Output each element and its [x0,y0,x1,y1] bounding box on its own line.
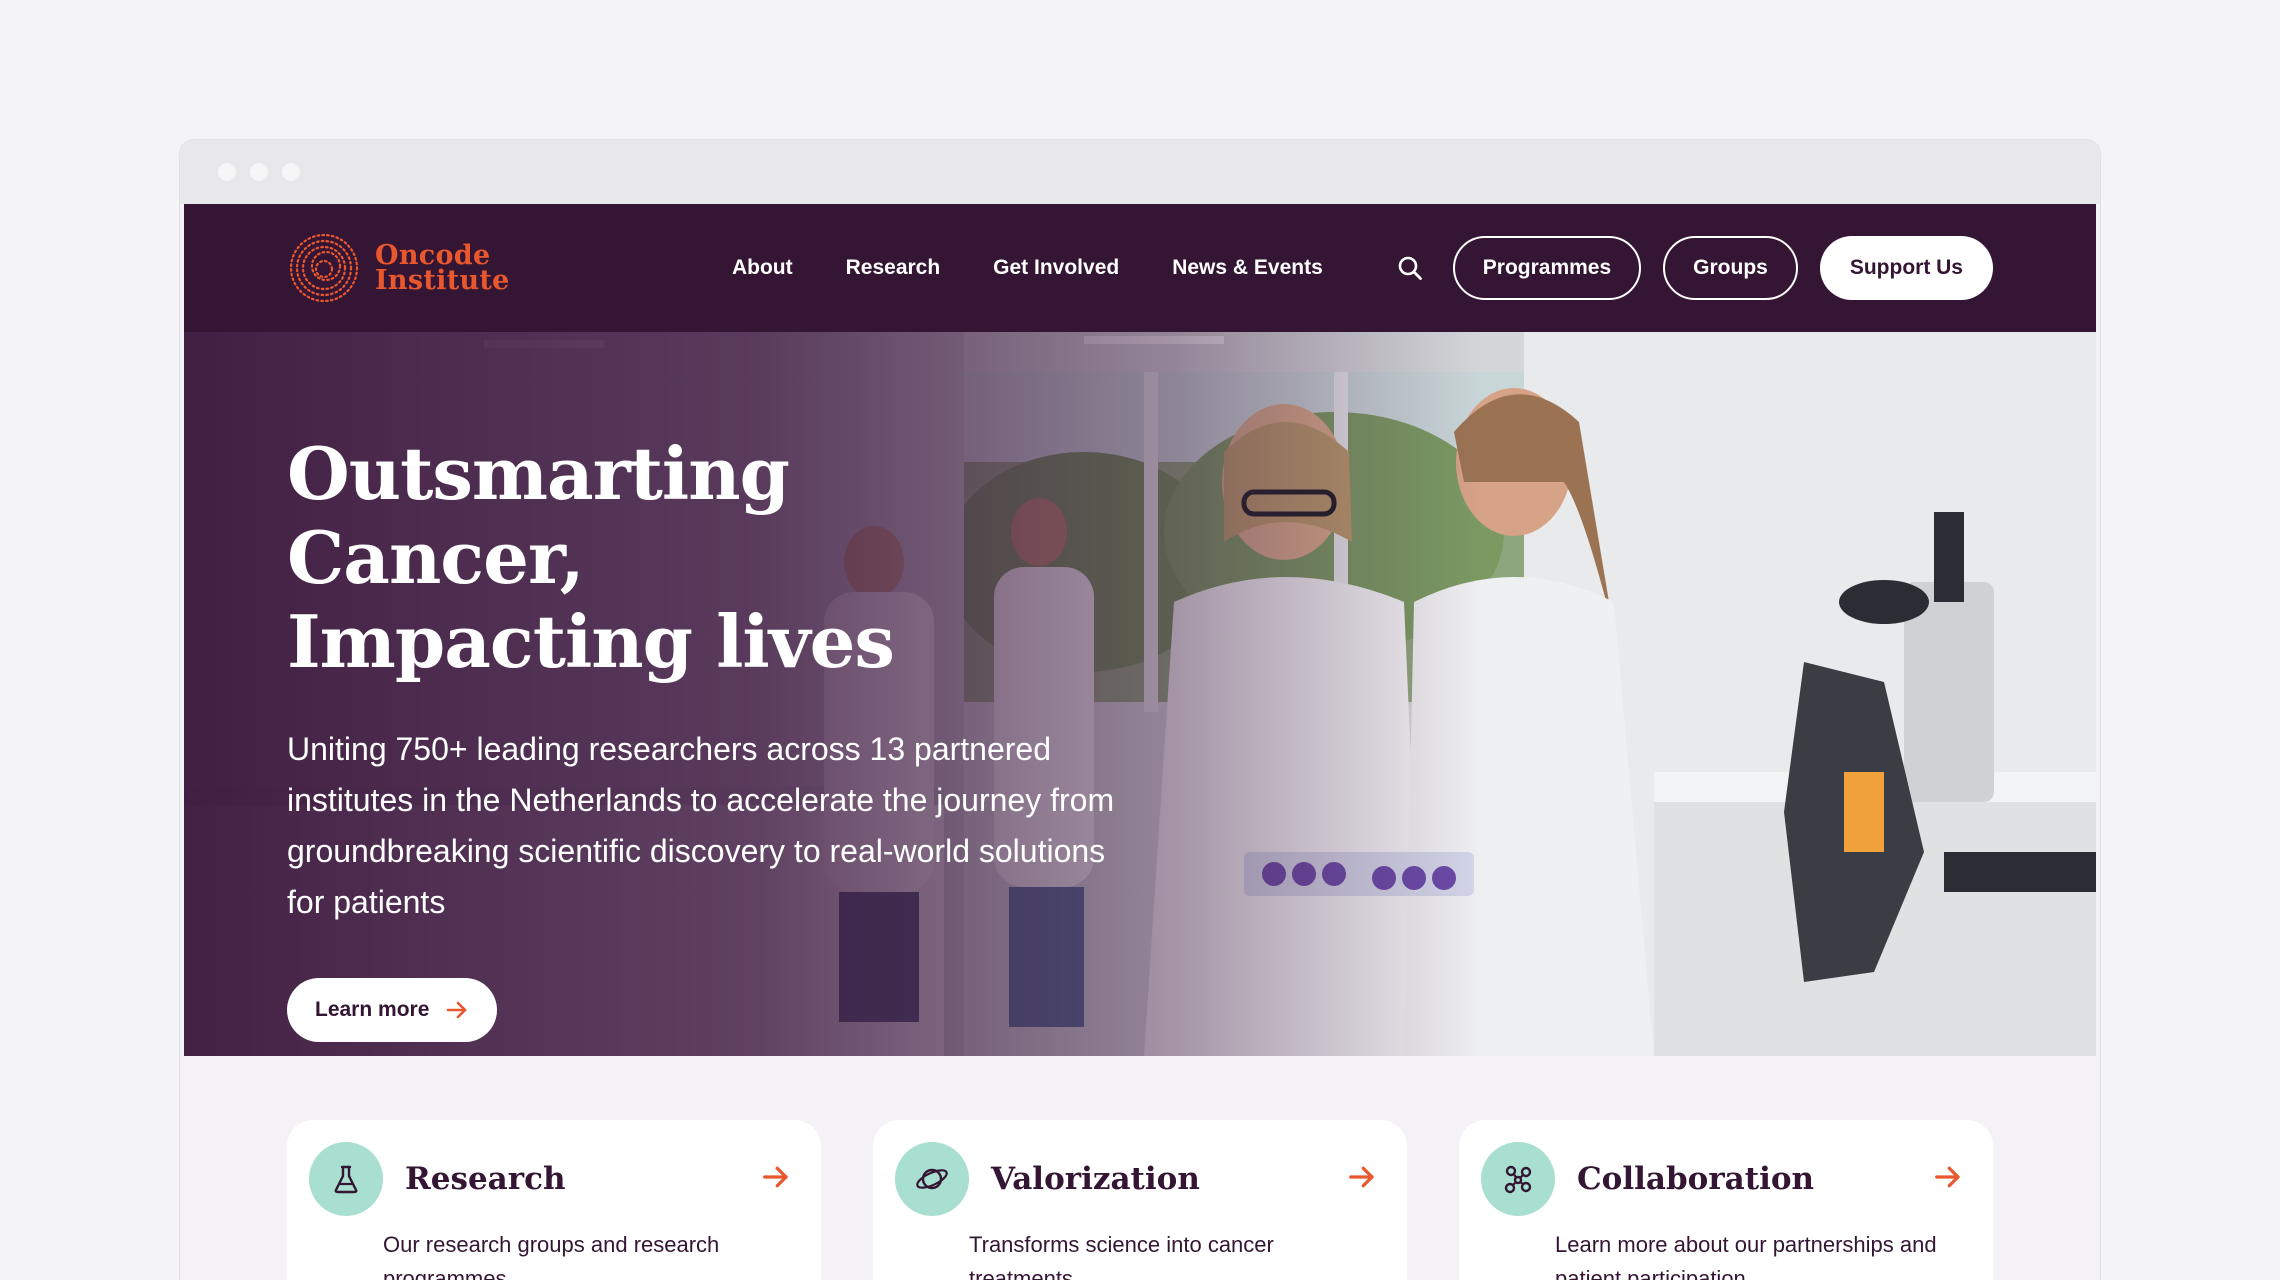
window-dot[interactable] [218,163,236,181]
search-icon [1398,256,1422,280]
card-title: Valorization [991,1161,1200,1197]
arrow-right-icon [1935,1166,1960,1188]
browser-window: Oncode Institute About Research Get Invo… [180,140,2100,1280]
nav-item-research[interactable]: Research [846,256,941,280]
network-icon [1481,1142,1555,1216]
card-description: Our research groups and research program… [383,1232,720,1280]
card-description: Learn more about our partnerships and pa… [1555,1232,1937,1280]
top-nav: Oncode Institute About Research Get Invo… [184,204,2096,332]
window-dot[interactable] [250,163,268,181]
groups-button[interactable]: Groups [1663,236,1798,300]
flask-icon [309,1142,383,1216]
feature-cards: Research Our research groups and researc… [184,1056,2096,1280]
main-menu: About Research Get Involved News & Event… [732,256,1323,280]
hero-title-line-1: Outsmarting Cancer, [287,431,790,600]
logo-line-2: Institute [375,265,510,296]
hero-banner: Outsmarting Cancer, Impacting lives Unit… [184,332,2096,1056]
nav-item-get-involved[interactable]: Get Involved [993,256,1119,280]
browser-chrome [180,140,2100,204]
window-dot[interactable] [282,163,300,181]
card-header: Research [309,1142,799,1216]
hero-title-line-2: Impacting lives [287,599,895,684]
card-collaboration[interactable]: Collaboration Learn more about our partn… [1459,1120,1993,1280]
planet-icon [895,1142,969,1216]
card-title: Collaboration [1577,1161,1815,1197]
programmes-button[interactable]: Programmes [1452,236,1642,300]
learn-more-label: Learn more [315,998,430,1021]
page-viewport: Oncode Institute About Research Get Invo… [184,204,2096,1280]
nav-item-news-events[interactable]: News & Events [1172,256,1323,280]
arrow-right-icon [1349,1166,1374,1188]
learn-more-button[interactable]: Learn more [287,978,498,1042]
card-header: Valorization [895,1142,1385,1216]
arrow-right-icon [447,1001,467,1019]
nav-item-about[interactable]: About [732,256,793,280]
card-valorization[interactable]: Valorization Transforms science into can… [873,1120,1407,1280]
hero-content: Outsmarting Cancer, Impacting lives Unit… [287,432,1114,1042]
card-description: Transforms science into cancer treatment… [969,1232,1274,1280]
logo[interactable]: Oncode Institute [287,231,510,305]
logo-wordmark: Oncode Institute [375,242,510,296]
hero-title: Outsmarting Cancer, Impacting lives [287,432,1107,684]
card-research[interactable]: Research Our research groups and researc… [287,1120,821,1280]
logo-mark-icon [289,233,359,303]
card-title: Research [405,1161,566,1197]
arrow-right-icon [763,1166,788,1188]
search-button[interactable] [1393,251,1427,285]
card-header: Collaboration [1481,1142,1971,1216]
support-us-button[interactable]: Support Us [1819,236,1993,300]
hero-subtitle: Uniting 750+ leading researchers across … [287,731,1115,920]
